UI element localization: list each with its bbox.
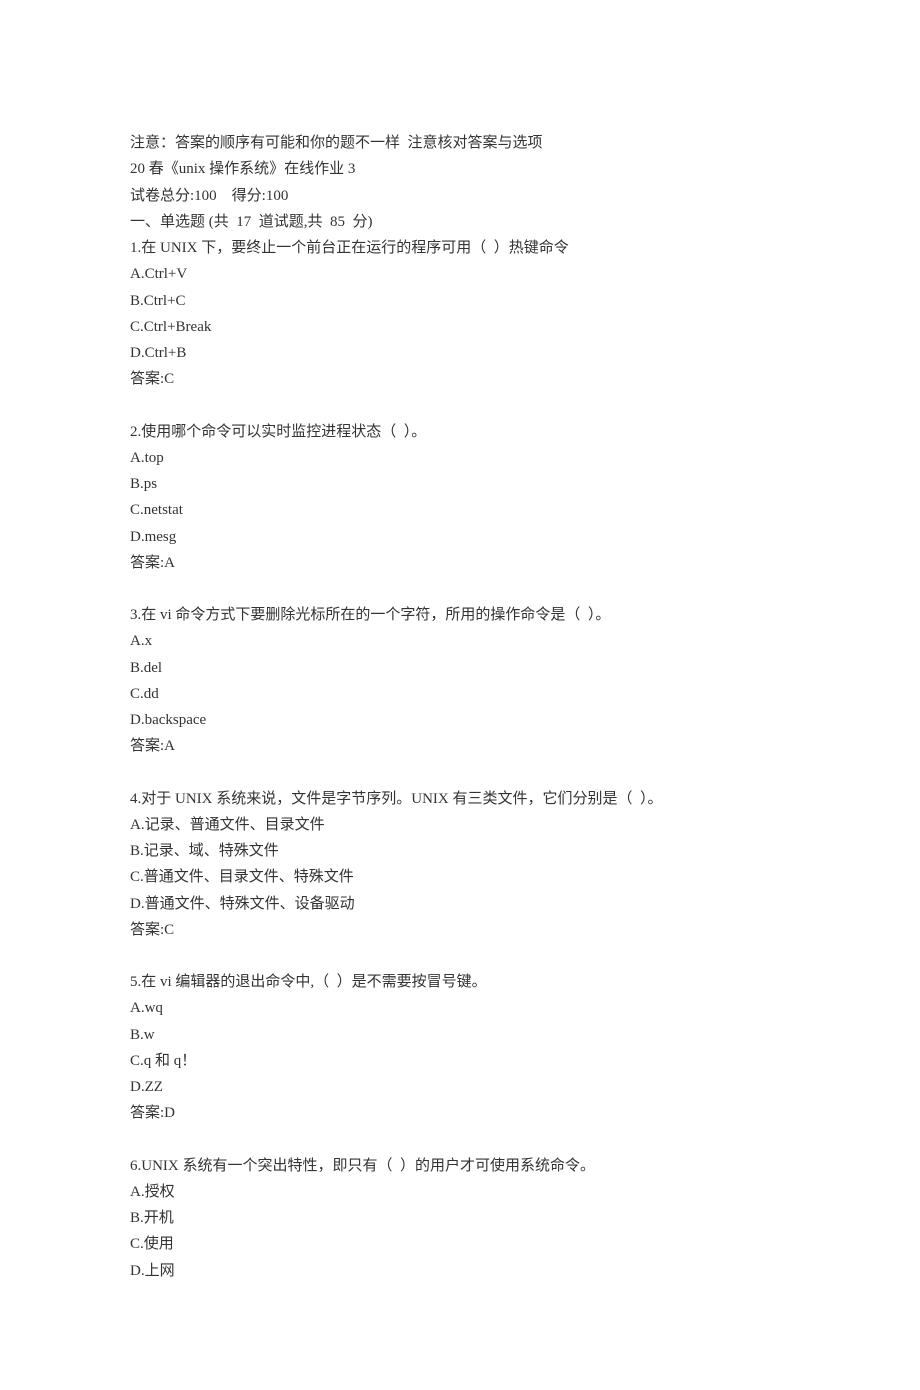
question-option: D.上网 [130,1258,790,1284]
question-option: C.使用 [130,1231,790,1257]
question-answer: 答案:D [130,1100,790,1126]
question-option: C.Ctrl+Break [130,314,790,340]
question-option: B.w [130,1022,790,1048]
question-option: D.mesg [130,524,790,550]
question-block: 4.对于 UNIX 系统来说，文件是字节序列。UNIX 有三类文件，它们分别是（… [130,786,790,944]
question-stem: 3.在 vi 命令方式下要删除光标所在的一个字符，所用的操作命令是（ ）。 [130,602,790,628]
question-option: B.ps [130,471,790,497]
question-answer: 答案:C [130,366,790,392]
question-option: C.dd [130,681,790,707]
question-stem: 4.对于 UNIX 系统来说，文件是字节序列。UNIX 有三类文件，它们分别是（… [130,786,790,812]
score-line: 试卷总分:100 得分:100 [130,183,790,209]
question-answer: 答案:A [130,550,790,576]
section-header: 一、单选题 (共 17 道试题,共 85 分) [130,209,790,235]
question-block: 2.使用哪个命令可以实时监控进程状态（ ）。 A.top B.ps C.nets… [130,419,790,577]
question-block: 3.在 vi 命令方式下要删除光标所在的一个字符，所用的操作命令是（ ）。 A.… [130,602,790,760]
question-block: 5.在 vi 编辑器的退出命令中,（ ）是不需要按冒号键。 A.wq B.w C… [130,969,790,1127]
question-option: A.授权 [130,1179,790,1205]
question-option: C.q 和 q！ [130,1048,790,1074]
question-block: 1.在 UNIX 下，要终止一个前台正在运行的程序可用（ ）热键命令 A.Ctr… [130,235,790,393]
question-option: B.del [130,655,790,681]
question-stem: 2.使用哪个命令可以实时监控进程状态（ ）。 [130,419,790,445]
question-option: C.netstat [130,497,790,523]
notice-line: 注意：答案的顺序有可能和你的题不一样 注意核对答案与选项 [130,130,790,156]
question-block: 6.UNIX 系统有一个突出特性，即只有（ ）的用户才可使用系统命令。 A.授权… [130,1153,790,1284]
question-option: B.Ctrl+C [130,288,790,314]
question-stem: 1.在 UNIX 下，要终止一个前台正在运行的程序可用（ ）热键命令 [130,235,790,261]
question-option: A.top [130,445,790,471]
question-option: A.x [130,628,790,654]
question-option: B.开机 [130,1205,790,1231]
document-header: 注意：答案的顺序有可能和你的题不一样 注意核对答案与选项 20 春《unix 操… [130,130,790,393]
question-option: A.wq [130,995,790,1021]
question-answer: 答案:A [130,733,790,759]
question-option: D.ZZ [130,1074,790,1100]
question-option: D.backspace [130,707,790,733]
question-stem: 6.UNIX 系统有一个突出特性，即只有（ ）的用户才可使用系统命令。 [130,1153,790,1179]
question-option: D.普通文件、特殊文件、设备驱动 [130,891,790,917]
question-option: B.记录、域、特殊文件 [130,838,790,864]
question-option: A.记录、普通文件、目录文件 [130,812,790,838]
question-option: C.普通文件、目录文件、特殊文件 [130,864,790,890]
question-option: D.Ctrl+B [130,340,790,366]
assignment-title: 20 春《unix 操作系统》在线作业 3 [130,156,790,182]
question-option: A.Ctrl+V [130,261,790,287]
question-answer: 答案:C [130,917,790,943]
question-stem: 5.在 vi 编辑器的退出命令中,（ ）是不需要按冒号键。 [130,969,790,995]
